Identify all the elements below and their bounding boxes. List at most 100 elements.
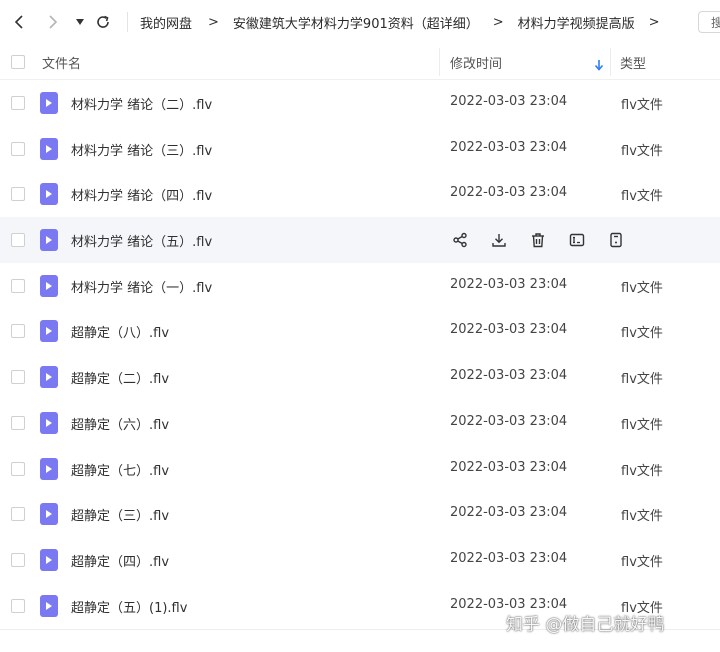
top-navigation-bar: 我的网盘 > 安徽建筑大学材料力学901资料（超详细） > 材料力学视频提高版 … xyxy=(0,0,720,44)
file-name[interactable]: 材料力学 绪论（五）.flv xyxy=(71,231,212,250)
delete-icon[interactable] xyxy=(528,230,548,250)
row-checkbox[interactable] xyxy=(11,370,25,385)
file-list-header: 文件名 修改时间 类型 xyxy=(0,44,720,80)
row-checkbox[interactable] xyxy=(11,233,25,248)
column-divider[interactable] xyxy=(610,48,611,76)
history-dropdown-button[interactable] xyxy=(70,12,90,32)
download-icon[interactable] xyxy=(489,230,509,250)
file-type: flv文件 xyxy=(621,280,663,296)
column-header-modified[interactable]: 修改时间 xyxy=(450,53,502,72)
video-file-icon xyxy=(40,229,58,252)
file-row[interactable]: 超静定（六）.flv 2022-03-03 23:04 flv文件 xyxy=(0,400,720,446)
video-file-icon xyxy=(40,548,58,571)
forward-button[interactable] xyxy=(43,12,63,32)
file-name[interactable]: 材料力学 绪论（四）.flv xyxy=(71,185,212,204)
file-name[interactable]: 超静定（八）.flv xyxy=(71,322,169,341)
breadcrumb-folder[interactable]: 安徽建筑大学材料力学901资料（超详细） xyxy=(233,13,479,32)
file-name[interactable]: 超静定（七）.flv xyxy=(71,460,169,479)
file-modified-time: 2022-03-03 23:04 xyxy=(450,368,568,384)
chevron-left-icon xyxy=(14,15,23,29)
row-checkbox[interactable] xyxy=(11,187,25,202)
file-row[interactable]: 材料力学 绪论（三）.flv 2022-03-03 23:04 flv文件 xyxy=(0,126,720,172)
file-name[interactable]: 超静定（三）.flv xyxy=(71,505,169,524)
video-file-icon xyxy=(40,274,58,297)
sort-descending-icon[interactable] xyxy=(594,56,604,75)
column-divider[interactable] xyxy=(439,48,440,76)
share-icon[interactable] xyxy=(450,230,470,250)
file-type: flv文件 xyxy=(621,372,663,388)
file-modified-time: 2022-03-03 23:04 xyxy=(450,413,568,429)
file-name[interactable]: 超静定（六）.flv xyxy=(71,414,169,433)
video-file-icon xyxy=(40,183,58,206)
more-icon[interactable] xyxy=(606,230,626,250)
file-modified-time: 2022-03-03 23:04 xyxy=(450,505,568,521)
file-row[interactable]: 材料力学 绪论（五）.flv xyxy=(0,217,720,263)
row-checkbox[interactable] xyxy=(11,278,25,293)
breadcrumb: 我的网盘 > 安徽建筑大学材料力学901资料（超详细） > 材料力学视频提高版 … xyxy=(140,0,674,44)
video-file-icon xyxy=(40,366,58,389)
rename-icon[interactable] xyxy=(567,230,587,250)
file-type: flv文件 xyxy=(621,143,663,159)
file-name[interactable]: 超静定（五）(1).flv xyxy=(71,597,187,616)
video-file-icon xyxy=(40,320,58,343)
file-modified-time: 2022-03-03 23:04 xyxy=(450,322,568,338)
back-button[interactable] xyxy=(9,12,29,32)
file-row[interactable]: 材料力学 绪论（四）.flv 2022-03-03 23:04 flv文件 xyxy=(0,171,720,217)
file-name[interactable]: 材料力学 绪论（二）.flv xyxy=(71,94,212,113)
column-header-type[interactable]: 类型 xyxy=(620,53,646,72)
breadcrumb-current[interactable]: 材料力学视频提高版 xyxy=(518,13,635,32)
file-name[interactable]: 材料力学 绪论（三）.flv xyxy=(71,140,212,159)
file-row[interactable]: 超静定（七）.flv 2022-03-03 23:04 flv文件 xyxy=(0,446,720,492)
breadcrumb-separator: > xyxy=(208,14,219,30)
row-checkbox[interactable] xyxy=(11,507,25,522)
watermark: 知乎 @做自己就好鸭 xyxy=(506,615,665,635)
search-input[interactable]: 搜 xyxy=(698,11,720,33)
search-stub-text: 搜 xyxy=(711,14,720,31)
file-modified-time: 2022-03-03 23:04 xyxy=(450,139,568,155)
row-checkbox[interactable] xyxy=(11,96,25,110)
file-row[interactable]: 超静定（八）.flv 2022-03-03 23:04 flv文件 xyxy=(0,308,720,354)
file-modified-time: 2022-03-03 23:04 xyxy=(450,94,568,109)
video-file-icon xyxy=(40,92,58,114)
row-checkbox[interactable] xyxy=(11,598,25,613)
breadcrumb-separator: > xyxy=(648,14,660,30)
video-file-icon xyxy=(40,503,58,526)
file-type: flv文件 xyxy=(621,554,663,570)
nav-divider xyxy=(127,12,128,32)
file-modified-time: 2022-03-03 23:04 xyxy=(450,550,568,566)
row-checkbox[interactable] xyxy=(11,415,25,430)
file-type: flv文件 xyxy=(621,417,663,433)
file-type: flv文件 xyxy=(621,98,663,113)
refresh-button[interactable] xyxy=(93,12,113,32)
file-type: flv文件 xyxy=(621,189,663,205)
file-row[interactable]: 超静定（二）.flv 2022-03-03 23:04 flv文件 xyxy=(0,354,720,400)
file-list: 材料力学 绪论（二）.flv 2022-03-03 23:04 flv文件 材料力学 … xyxy=(0,80,720,628)
video-file-icon xyxy=(40,594,58,617)
file-type: flv文件 xyxy=(621,463,663,479)
file-name[interactable]: 超静定（四）.flv xyxy=(71,551,169,570)
caret-down-icon xyxy=(76,19,84,25)
breadcrumb-root[interactable]: 我的网盘 xyxy=(140,13,192,32)
file-row[interactable]: 材料力学 绪论（一）.flv 2022-03-03 23:04 flv文件 xyxy=(0,263,720,309)
file-name[interactable]: 材料力学 绪论（一）.flv xyxy=(71,277,212,296)
file-type: flv文件 xyxy=(621,326,663,342)
file-name[interactable]: 超静定（二）.flv xyxy=(71,368,169,387)
refresh-icon xyxy=(97,15,109,28)
file-row[interactable]: 材料力学 绪论（二）.flv 2022-03-03 23:04 flv文件 xyxy=(0,80,720,126)
row-checkbox[interactable] xyxy=(11,552,25,567)
breadcrumb-separator: > xyxy=(492,14,504,30)
row-checkbox[interactable] xyxy=(11,461,25,476)
select-all-checkbox[interactable] xyxy=(11,55,25,69)
file-modified-time: 2022-03-03 23:04 xyxy=(450,459,568,475)
file-type: flv文件 xyxy=(621,509,663,525)
column-header-name[interactable]: 文件名 xyxy=(42,53,81,72)
row-actions xyxy=(450,230,645,250)
file-modified-time: 2022-03-03 23:04 xyxy=(450,276,568,292)
video-file-icon xyxy=(40,457,58,480)
chevron-right-icon xyxy=(49,15,58,29)
row-checkbox[interactable] xyxy=(11,141,25,156)
file-row[interactable]: 超静定（四）.flv 2022-03-03 23:04 flv文件 xyxy=(0,537,720,583)
video-file-icon xyxy=(40,411,58,434)
file-row[interactable]: 超静定（三）.flv 2022-03-03 23:04 flv文件 xyxy=(0,491,720,537)
row-checkbox[interactable] xyxy=(11,324,25,339)
